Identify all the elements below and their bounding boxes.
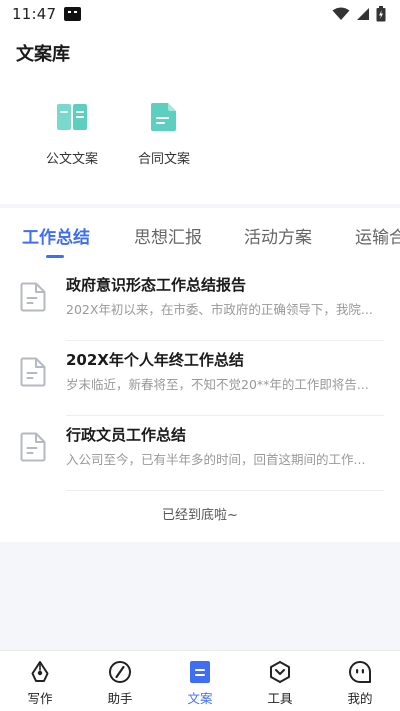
bottom-nav: 写作 助手 文案 工具 我的 bbox=[0, 650, 400, 711]
compass-icon bbox=[109, 661, 131, 683]
nav-item-profile[interactable]: 我的 bbox=[320, 651, 400, 711]
nav-label: 我的 bbox=[347, 691, 373, 706]
nav-item-tools[interactable]: 工具 bbox=[240, 651, 320, 711]
list-item[interactable]: 行政文员工作总结 入公司至今，已有半年多的时间，回首这期间的工作... bbox=[0, 416, 400, 491]
nav-item-copywriting[interactable]: 文案 bbox=[160, 651, 240, 711]
document-icon bbox=[151, 103, 176, 131]
nav-item-assistant[interactable]: 助手 bbox=[80, 651, 160, 711]
book-icon bbox=[57, 104, 87, 130]
cellular-signal-icon bbox=[357, 8, 369, 20]
status-bar: 11:47 bbox=[0, 0, 400, 28]
tab-indicator bbox=[46, 255, 64, 258]
category-tabs: 工作总结 思想汇报 活动方案 运输合 bbox=[0, 208, 400, 262]
article-preview: 岁末临近，新春将至，不知不觉20**年的工作即将告... bbox=[66, 377, 369, 392]
nav-item-write[interactable]: 写作 bbox=[0, 651, 80, 711]
quick-entry-contract[interactable]: 合同文案 bbox=[124, 100, 204, 167]
list-end-text: 已经到底啦~ bbox=[162, 508, 238, 523]
divider bbox=[66, 490, 384, 491]
document-icon bbox=[190, 661, 210, 683]
tab-work-summary[interactable]: 工作总结 bbox=[22, 223, 90, 248]
pen-nib-icon bbox=[31, 661, 49, 682]
tab-transport-contract[interactable]: 运输合 bbox=[355, 223, 400, 248]
article-list-section: 工作总结 思想汇报 活动方案 运输合 政府意识形态工作总结报告 202X年初以来… bbox=[0, 208, 400, 542]
quick-entry-official[interactable]: 公文文案 bbox=[32, 100, 112, 167]
article-preview: 202X年初以来，在市委、市政府的正确领导下，我院... bbox=[66, 302, 373, 317]
hexagon-icon bbox=[270, 661, 290, 683]
nav-label: 工具 bbox=[267, 691, 293, 706]
article-preview: 入公司至今，已有半年多的时间，回首这期间的工作... bbox=[66, 452, 366, 467]
article-title: 政府意识形态工作总结报告 bbox=[66, 276, 247, 294]
wifi-icon bbox=[332, 7, 350, 20]
status-time: 11:47 bbox=[12, 5, 57, 23]
article-title: 行政文员工作总结 bbox=[66, 426, 187, 444]
header-section: 文案库 公文文案 合同文案 bbox=[0, 28, 400, 204]
nav-label: 写作 bbox=[27, 691, 53, 706]
nav-label: 文案 bbox=[187, 691, 213, 706]
list-item[interactable]: 政府意识形态工作总结报告 202X年初以来，在市委、市政府的正确领导下，我院..… bbox=[0, 266, 400, 341]
page-title: 文案库 bbox=[16, 44, 70, 65]
nav-label: 助手 bbox=[107, 691, 133, 706]
notification-icon bbox=[64, 7, 82, 21]
document-icon bbox=[20, 282, 46, 312]
profile-icon bbox=[349, 661, 371, 683]
document-icon bbox=[20, 432, 46, 462]
quick-entry-label: 合同文案 bbox=[137, 152, 190, 167]
tab-activity-plan[interactable]: 活动方案 bbox=[244, 223, 312, 248]
list-item[interactable]: 202X年个人年终工作总结 岁末临近，新春将至，不知不觉20**年的工作即将告.… bbox=[0, 341, 400, 416]
tab-thought-report[interactable]: 思想汇报 bbox=[134, 223, 202, 248]
quick-entry-label: 公文文案 bbox=[45, 152, 98, 167]
battery-icon bbox=[376, 6, 386, 22]
document-icon bbox=[20, 357, 46, 387]
article-title: 202X年个人年终工作总结 bbox=[66, 351, 244, 369]
